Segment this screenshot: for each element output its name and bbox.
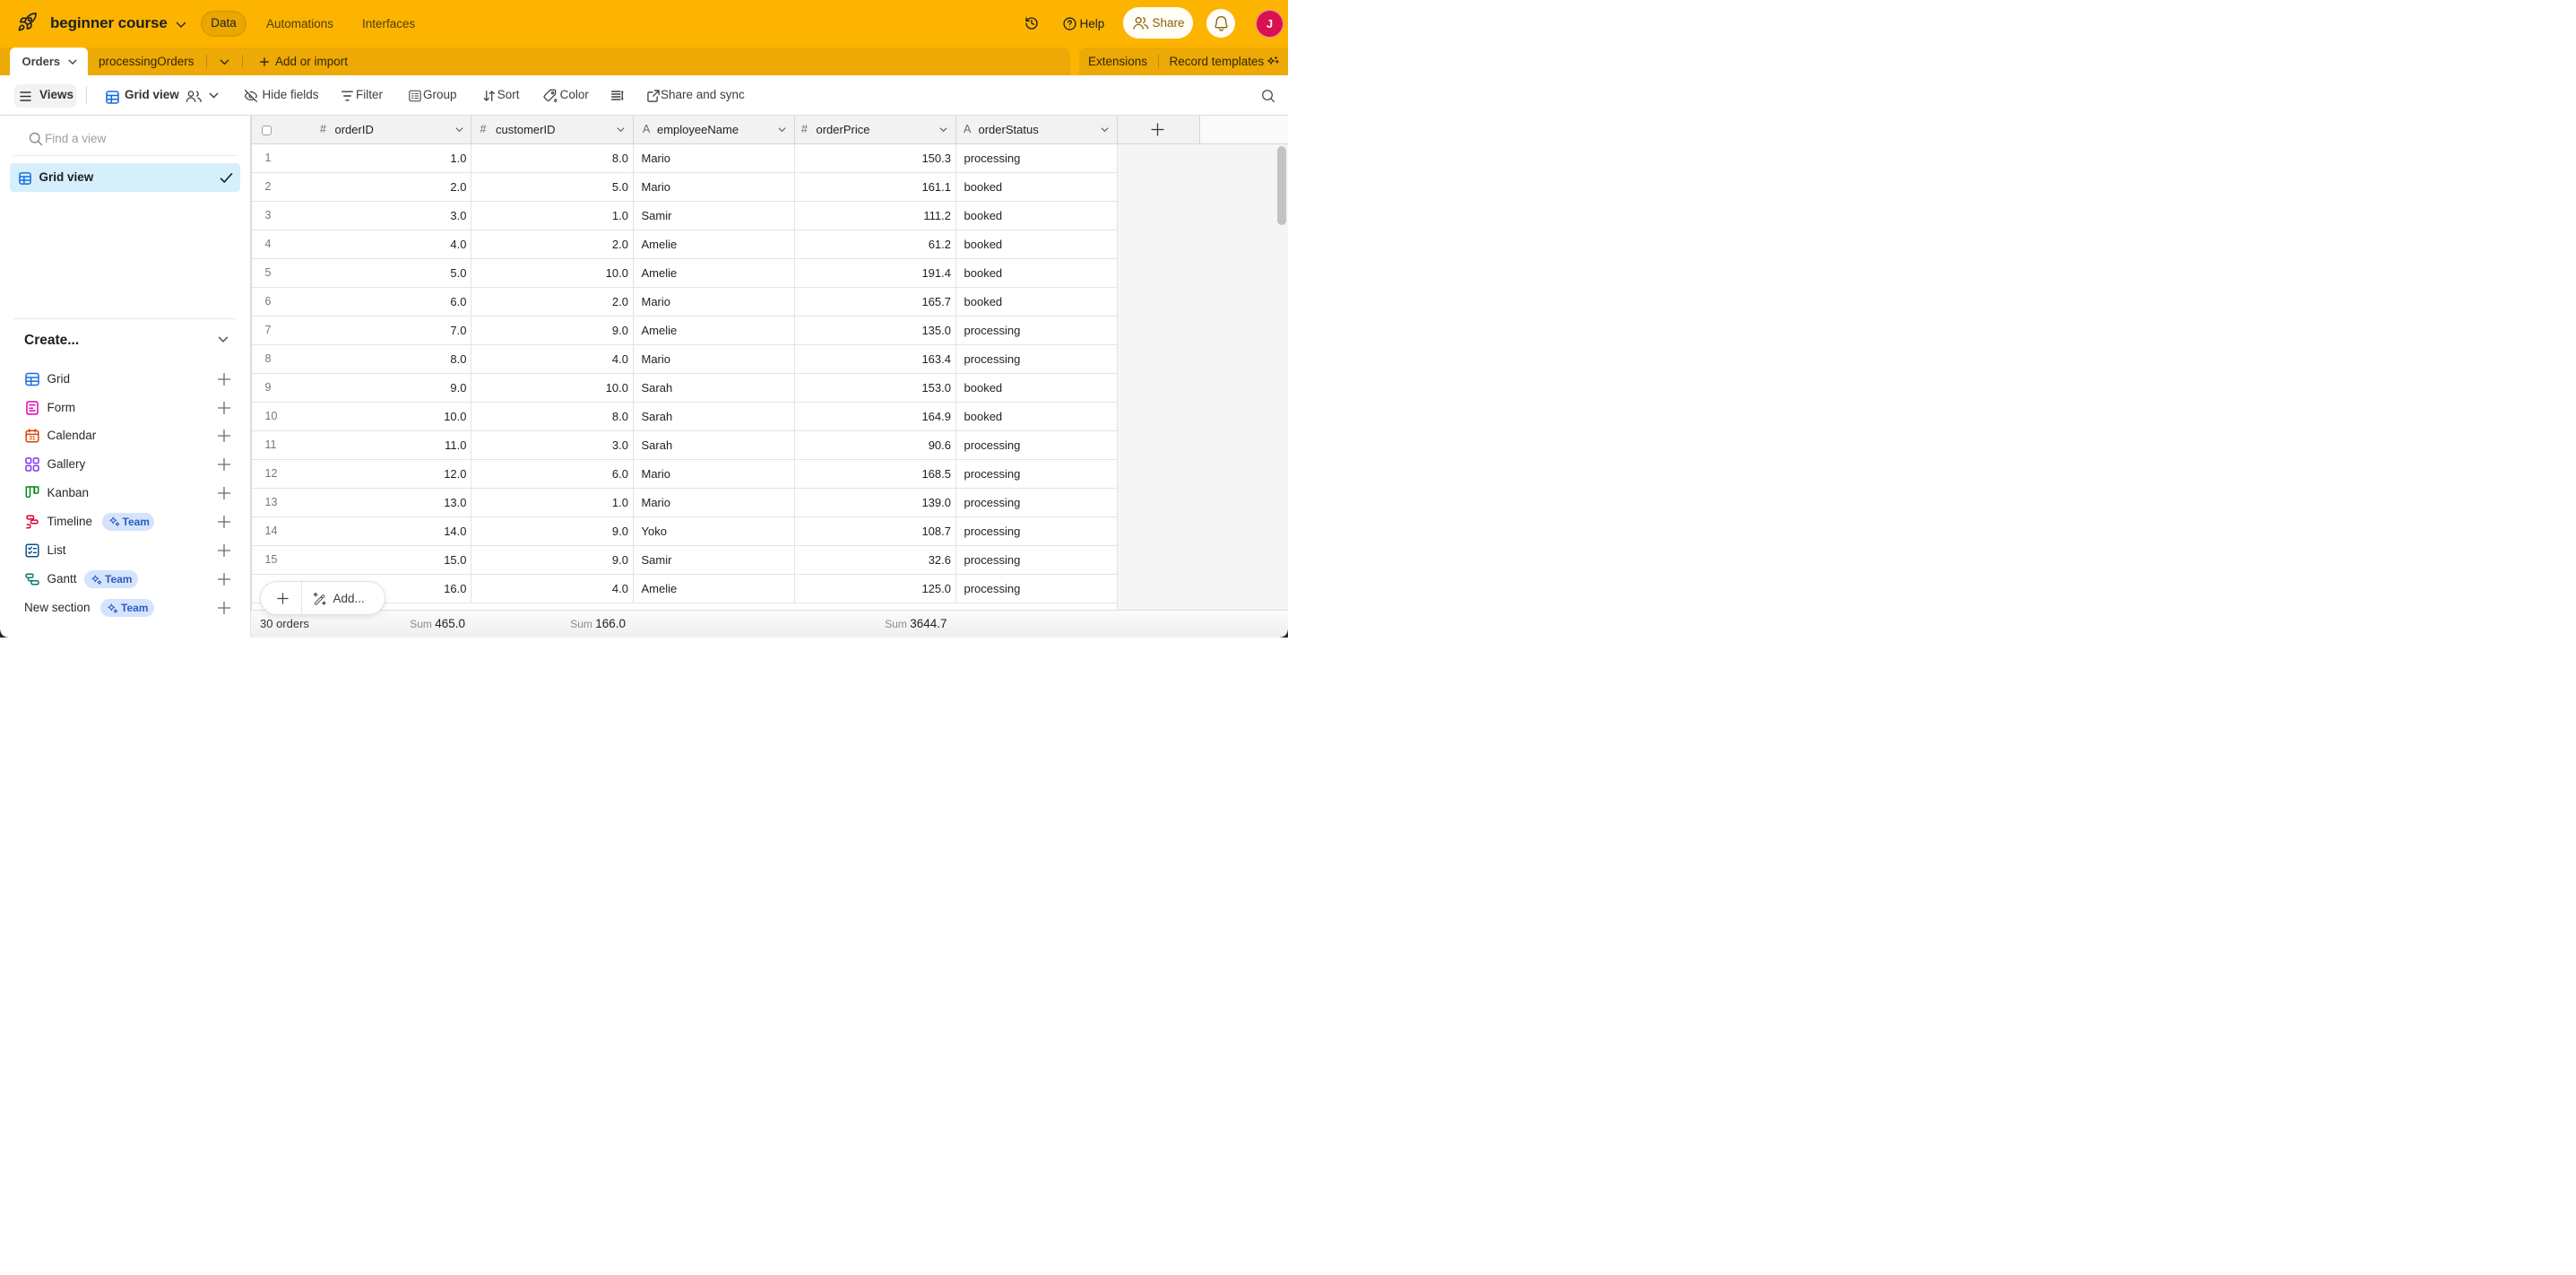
svg-text:31: 31	[30, 436, 36, 442]
